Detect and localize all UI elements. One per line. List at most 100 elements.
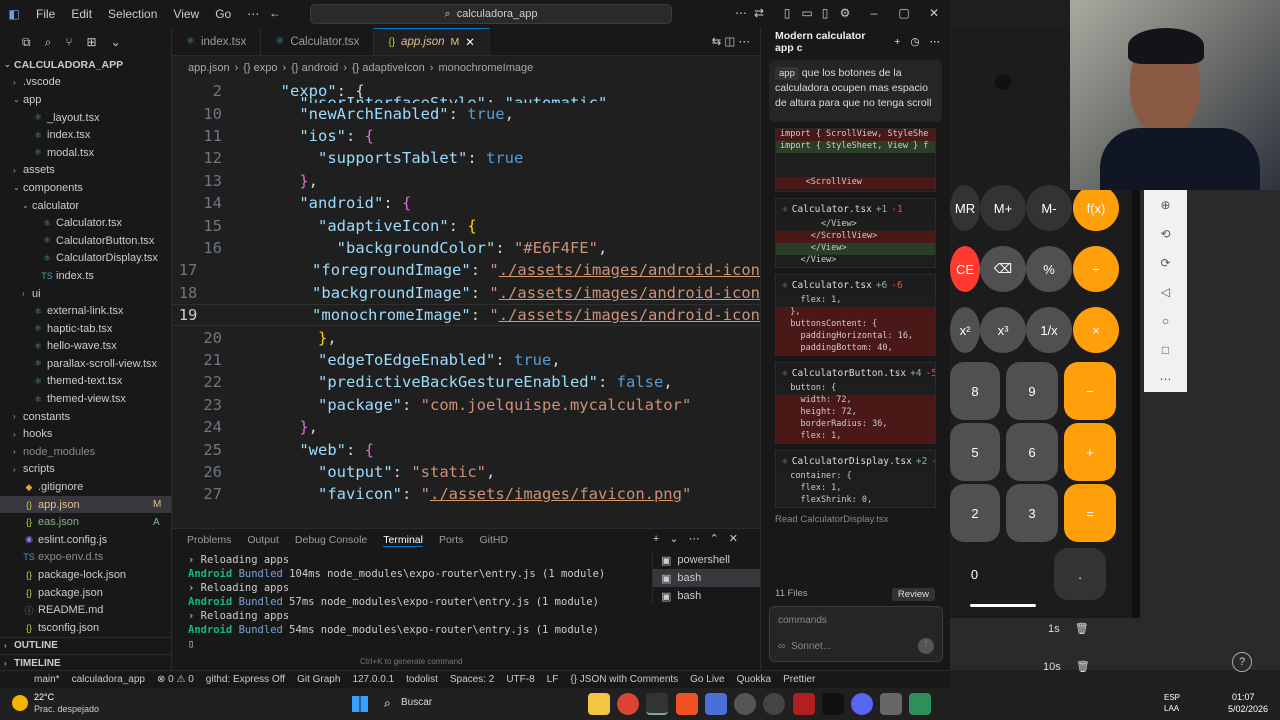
files-icon[interactable]: ⧉ bbox=[22, 35, 31, 50]
sync-icon[interactable]: ⇄ bbox=[752, 6, 766, 20]
terminal-output[interactable]: › Reloading apps Android Bundled 104ms no… bbox=[188, 553, 648, 651]
status-item-0[interactable]: main* bbox=[28, 674, 66, 685]
minimize-icon[interactable]: – bbox=[867, 6, 881, 20]
status-item-9[interactable]: LF bbox=[541, 674, 565, 685]
menu-file[interactable]: File bbox=[28, 7, 63, 21]
code-line[interactable]: 22 "predictiveBackGestureEnabled": false… bbox=[172, 371, 760, 393]
rotate-right-icon[interactable]: ⟳ bbox=[1144, 248, 1187, 277]
menu-view[interactable]: View bbox=[165, 7, 207, 21]
calc-button[interactable]: 5 bbox=[950, 423, 1000, 481]
tree-item-10[interactable]: ⚛ CalculatorButton.tsx bbox=[0, 232, 171, 250]
panel-tab-5[interactable]: GitHD bbox=[479, 534, 508, 546]
calc-button[interactable]: MR bbox=[950, 185, 980, 231]
tree-item-16[interactable]: ⚛ hello-wave.tsx bbox=[0, 338, 171, 356]
panel-tab-4[interactable]: Ports bbox=[439, 534, 464, 546]
tree-item-33[interactable]: › OUTLINE bbox=[0, 636, 171, 655]
tree-item-5[interactable]: ⚛ modal.tsx bbox=[0, 144, 171, 162]
calc-button[interactable]: % bbox=[1026, 246, 1072, 292]
diff-header[interactable]: ⚛ Calculator.tsx +6 -6 bbox=[776, 275, 935, 295]
zoom-icon[interactable]: ⊕ bbox=[1144, 190, 1187, 219]
tree-item-22[interactable]: › node_modules bbox=[0, 443, 171, 461]
toggle-sidebar-icon[interactable]: ▯ bbox=[780, 6, 794, 20]
status-item-4[interactable]: Git Graph bbox=[291, 674, 346, 685]
review-button[interactable]: Review bbox=[891, 588, 935, 601]
app-icon-brave[interactable] bbox=[676, 693, 698, 715]
delete-icon[interactable]: 🗑 bbox=[1075, 623, 1089, 635]
status-item-12[interactable]: Quokka bbox=[731, 674, 777, 685]
calc-button[interactable]: = bbox=[1064, 484, 1116, 542]
app-icon-f[interactable] bbox=[793, 693, 815, 715]
chat-input[interactable]: commands ∞ Sonnet... ↑ bbox=[769, 606, 943, 662]
tree-item-30[interactable]: {} package.json bbox=[0, 584, 171, 602]
tree-item-9[interactable]: ⚛ Calculator.tsx bbox=[0, 214, 171, 232]
tree-item-24[interactable]: ◆ .gitignore bbox=[0, 478, 171, 496]
code-line[interactable]: 19 "monochromeImage": "./assets/images/a… bbox=[172, 304, 760, 327]
calc-button[interactable]: x³ bbox=[980, 307, 1026, 353]
calc-button[interactable]: M+ bbox=[980, 185, 1026, 231]
app-icon-github[interactable] bbox=[734, 693, 756, 715]
panel-tab-3[interactable]: Terminal bbox=[383, 534, 423, 547]
calc-button[interactable]: × bbox=[1073, 307, 1119, 353]
panel-tab-1[interactable]: Output bbox=[247, 534, 279, 546]
diff-header[interactable]: ⚛ Calculator.tsx +1 -1 bbox=[776, 199, 935, 219]
app-icon-tiktok[interactable] bbox=[822, 693, 844, 715]
calc-button[interactable]: 2 bbox=[950, 484, 1000, 542]
file-diff-1[interactable]: ⚛ Calculator.tsx +6 -6 flex: 1, }, buttonsC… bbox=[775, 274, 936, 356]
diff-header[interactable]: ⚛CalculatorDisplay.tsx+2-2 bbox=[776, 451, 935, 471]
overview-icon[interactable]: □ bbox=[1144, 335, 1187, 364]
terminal-instance-1[interactable]: ▣ bash bbox=[653, 569, 760, 587]
tree-item-2[interactable]: ⌄ app bbox=[0, 91, 171, 109]
taskbar-search[interactable]: Buscar bbox=[401, 697, 432, 708]
toggle-panel-icon[interactable]: ▭ bbox=[800, 6, 814, 20]
file-diff-0[interactable]: ⚛ Calculator.tsx +1 -1 </View> </ScrollView… bbox=[775, 198, 936, 268]
code-line[interactable]: 16 "backgroundColor": "#E6F4FE", bbox=[172, 237, 760, 259]
editor-tab-2[interactable]: {} app.json M ✕ bbox=[374, 28, 490, 55]
status-item-3[interactable]: githd: Express Off bbox=[200, 674, 291, 685]
code-line[interactable]: 20 }, bbox=[172, 326, 760, 348]
breadcrumb-item-1[interactable]: {} expo bbox=[243, 62, 277, 74]
tree-item-20[interactable]: › constants bbox=[0, 408, 171, 426]
code-line[interactable]: 14 "android": { bbox=[172, 192, 760, 214]
tree-item-12[interactable]: TS index.ts bbox=[0, 267, 171, 285]
calc-button[interactable]: 3 bbox=[1006, 484, 1058, 542]
terminal-instance-0[interactable]: ▣ powershell bbox=[653, 551, 760, 569]
tree-item-11[interactable]: ⚛ CalculatorDisplay.tsx bbox=[0, 250, 171, 268]
delete-icon[interactable]: 🗑 bbox=[1076, 661, 1090, 673]
tree-item-28[interactable]: TS expo-env.d.ts bbox=[0, 549, 171, 567]
diff-header[interactable]: ⚛ CalculatorButton.tsx +4 -5 bbox=[776, 363, 935, 383]
weather-temp[interactable]: 22°C bbox=[34, 692, 54, 702]
calc-button[interactable]: 1/x bbox=[1026, 307, 1072, 353]
panel-tab-2[interactable]: Debug Console bbox=[295, 534, 367, 546]
tree-item-4[interactable]: ⚛ index.tsx bbox=[0, 126, 171, 144]
app-icon-chatgpt[interactable] bbox=[763, 693, 785, 715]
tree-item-21[interactable]: › hooks bbox=[0, 425, 171, 443]
code-view[interactable]: 2 "expo": {10 "newArchEnabled": true, 11 … bbox=[172, 80, 760, 528]
calc-button[interactable]: 0 bbox=[950, 548, 999, 600]
model-selector[interactable]: ∞ Sonnet... ↑ bbox=[778, 638, 934, 654]
code-line[interactable]: 24 }, bbox=[172, 416, 760, 438]
help-icon[interactable]: ? bbox=[1232, 652, 1252, 672]
tree-item-3[interactable]: ⚛ _layout.tsx bbox=[0, 109, 171, 127]
code-line[interactable]: 12 "supportsTablet": true bbox=[172, 147, 760, 169]
tree-item-27[interactable]: ◉ eslint.config.js bbox=[0, 531, 171, 549]
calc-button[interactable]: 8 bbox=[950, 362, 1000, 420]
tree-item-32[interactable]: {} tsconfig.json bbox=[0, 619, 171, 637]
status-item-13[interactable]: Prettier bbox=[777, 674, 821, 685]
file-diff-2[interactable]: ⚛ CalculatorButton.tsx +4 -5 button: { widt… bbox=[775, 362, 936, 444]
windows-start-icon[interactable] bbox=[352, 696, 368, 712]
close-tab-icon[interactable]: ✕ bbox=[465, 35, 475, 49]
app-icon-vscode[interactable] bbox=[705, 693, 727, 715]
app-icon-terminal[interactable] bbox=[646, 693, 668, 715]
tree-item-1[interactable]: › .vscode bbox=[0, 74, 171, 92]
tree-item-26[interactable]: {} eas.json A bbox=[0, 513, 171, 531]
app-icon-other[interactable] bbox=[880, 693, 902, 715]
status-item-10[interactable]: {} JSON with Comments bbox=[564, 674, 684, 685]
more-icon[interactable]: ⋯ bbox=[1144, 364, 1187, 393]
file-diff-3[interactable]: ⚛CalculatorDisplay.tsx+2-2 container: { … bbox=[775, 450, 936, 508]
calc-button[interactable]: CE bbox=[950, 246, 980, 292]
calc-button[interactable]: ⌫ bbox=[980, 246, 1026, 292]
terminal-instance-2[interactable]: ▣ bash bbox=[653, 587, 760, 605]
app-icon-chrome[interactable] bbox=[617, 693, 639, 715]
back-icon[interactable]: ◁ bbox=[1144, 277, 1187, 306]
status-item-5[interactable]: 127.0.0.1 bbox=[346, 674, 400, 685]
